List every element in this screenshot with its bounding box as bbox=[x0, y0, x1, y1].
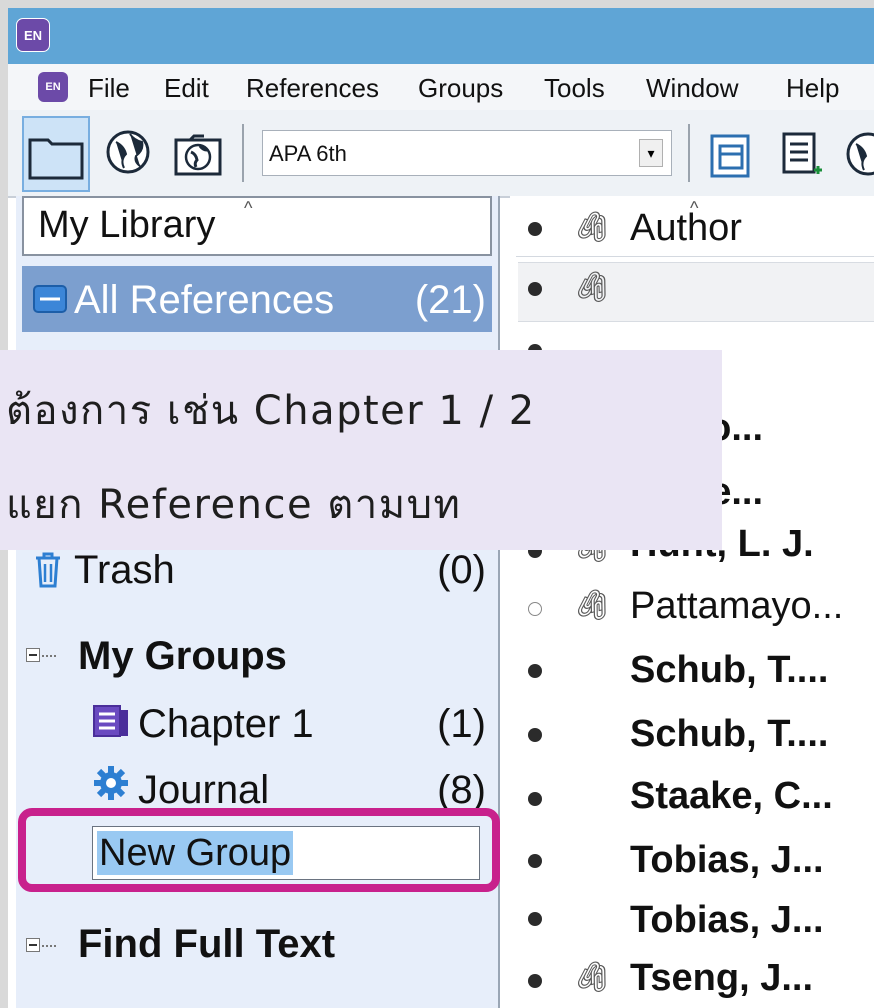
row-author[interactable]: Schub, T.... bbox=[630, 712, 828, 756]
read-status-column-icon[interactable] bbox=[528, 222, 542, 236]
endnote-logo-icon: EN bbox=[16, 18, 50, 52]
insert-citation-icon bbox=[782, 132, 822, 174]
my-groups-label[interactable]: My Groups bbox=[78, 632, 287, 680]
trash-label[interactable]: Trash bbox=[74, 546, 175, 594]
all-references-count: (21) bbox=[414, 278, 486, 322]
author-column-header[interactable]: Author bbox=[630, 206, 742, 250]
trash-count: (0) bbox=[437, 548, 486, 592]
unread-status-icon bbox=[528, 602, 542, 616]
row-author[interactable]: Tobias, J... bbox=[630, 898, 824, 942]
copy-icon bbox=[710, 134, 750, 178]
attachment-column-icon[interactable]: 🖇 bbox=[572, 212, 610, 244]
row-author[interactable]: Staake, C... bbox=[630, 774, 833, 818]
menu-edit[interactable]: Edit bbox=[164, 72, 209, 104]
group-chapter-1[interactable]: Chapter 1 bbox=[138, 700, 314, 748]
collapse-icon[interactable] bbox=[26, 648, 40, 662]
annotation-callout: ต้องการ เช่น Chapter 1 / 2 แยก Reference… bbox=[0, 350, 722, 550]
local-library-icon bbox=[28, 138, 84, 180]
online-search-button[interactable] bbox=[100, 124, 156, 180]
output-style-select[interactable]: APA 6th ▾ bbox=[262, 130, 672, 176]
read-status-icon bbox=[528, 912, 542, 926]
menu-window[interactable]: Window bbox=[646, 72, 738, 104]
menu-tools[interactable]: Tools bbox=[544, 72, 605, 104]
menu-help[interactable]: Help bbox=[786, 72, 839, 104]
attachment-icon: 🖇 bbox=[572, 961, 611, 994]
copy-button[interactable] bbox=[708, 128, 764, 184]
smart-group-icon bbox=[94, 766, 128, 800]
find-full-text-label[interactable]: Find Full Text bbox=[78, 920, 335, 968]
row-author[interactable]: Schub, T.... bbox=[630, 648, 828, 692]
online-search-icon bbox=[106, 130, 150, 174]
library-header[interactable]: My Library bbox=[22, 196, 492, 256]
toolbar-separator bbox=[242, 124, 244, 182]
all-references-icon bbox=[33, 285, 67, 313]
attachment-icon: 🖇 bbox=[572, 271, 611, 304]
new-group-highlight-box bbox=[18, 808, 500, 892]
read-status-icon bbox=[528, 792, 542, 806]
annotation-line-1: ต้องการ เช่น Chapter 1 / 2 bbox=[6, 388, 536, 434]
menu-file[interactable]: File bbox=[88, 72, 130, 104]
sort-arrow-icon: ^ bbox=[690, 198, 699, 218]
read-status-icon bbox=[528, 974, 542, 988]
output-style-value: APA 6th bbox=[269, 141, 347, 166]
integrated-library-button[interactable] bbox=[170, 126, 226, 182]
library-header-label: My Library bbox=[38, 204, 216, 246]
menu-references[interactable]: References bbox=[246, 72, 379, 104]
menu-groups[interactable]: Groups bbox=[418, 72, 503, 104]
read-status-icon bbox=[528, 854, 542, 868]
attachment-icon: 🖇 bbox=[572, 589, 611, 622]
local-library-button[interactable] bbox=[22, 116, 90, 192]
tree-line bbox=[42, 945, 56, 947]
dropdown-arrow-icon[interactable]: ▾ bbox=[639, 139, 663, 167]
integrated-library-icon bbox=[174, 134, 222, 176]
toolbar-separator bbox=[688, 124, 690, 182]
read-status-icon bbox=[528, 664, 542, 678]
trash-icon bbox=[36, 552, 60, 588]
endnote-menu-icon[interactable]: EN bbox=[38, 72, 68, 102]
online-icon bbox=[846, 132, 874, 176]
collapse-icon[interactable] bbox=[26, 938, 40, 952]
row-author[interactable]: Tobias, J... bbox=[630, 838, 824, 882]
tree-line bbox=[42, 655, 56, 657]
read-status-icon bbox=[528, 728, 542, 742]
all-references-label: All References bbox=[74, 278, 335, 322]
group-chapter-1-count: (1) bbox=[437, 702, 486, 746]
sort-arrow-icon: ^ bbox=[244, 198, 253, 218]
annotation-line-2: แยก Reference ตามบท bbox=[6, 482, 462, 528]
row-author[interactable]: Tseng, J... bbox=[630, 956, 813, 1000]
row-author[interactable]: Pattamayo... bbox=[630, 584, 843, 628]
title-bar bbox=[8, 8, 874, 64]
insert-citation-button[interactable] bbox=[780, 128, 836, 184]
group-journal[interactable]: Journal bbox=[138, 766, 269, 814]
group-list-icon bbox=[93, 705, 128, 737]
read-status-icon bbox=[528, 282, 542, 296]
group-journal-count: (8) bbox=[437, 768, 486, 812]
online-button[interactable] bbox=[840, 126, 874, 182]
